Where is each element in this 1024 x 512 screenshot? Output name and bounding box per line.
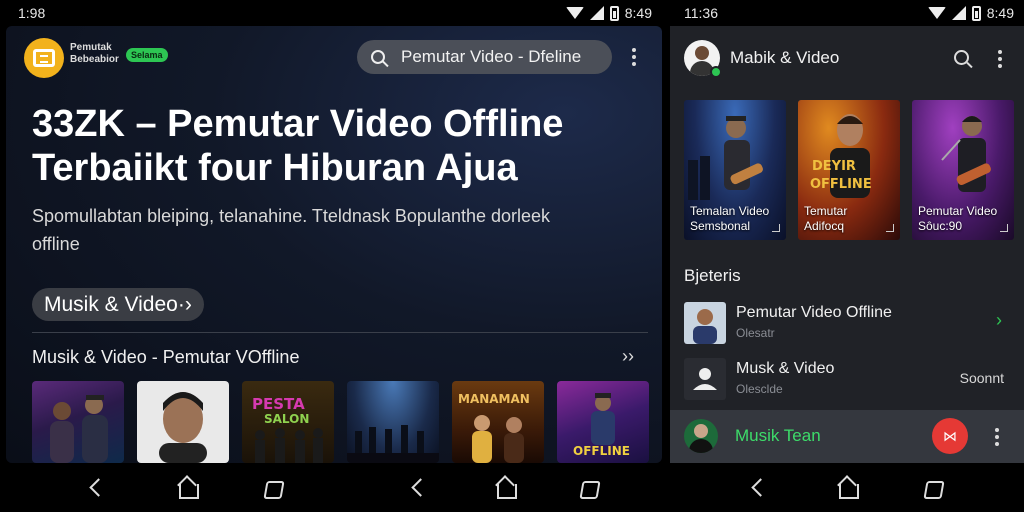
resize-icon [772,224,780,232]
svg-text:SALON: SALON [264,412,309,426]
status-bar-left: 1:98 8:49 [0,0,662,26]
app-home-panel: Mabik & Video Temalan Video Semsbonal DE… [670,26,1024,463]
featured-card[interactable]: Temalan Video Semsbonal [684,100,786,240]
chevron-right-icon[interactable]: › [996,310,1002,331]
person-icon [684,358,726,400]
battery-icon [971,5,981,21]
section-title: Musik & Video - Pemutar VOffline [32,347,300,367]
signal-icon [589,6,604,20]
svg-text:DEYIR: DEYIR [812,159,856,174]
more-vert-icon[interactable] [995,428,999,446]
home-icon[interactable] [494,477,517,499]
svg-text:PESTA: PESTA [252,395,305,413]
svg-text:MANAMAN: MANAMAN [458,392,530,406]
now-playing-title: Musik Tean [735,426,821,445]
band-illustration: PESTA SALON [252,395,323,463]
status-clock: 8:49 [624,5,652,21]
divider [32,332,648,333]
thumbnail-concert-stage[interactable] [347,381,439,463]
search-icon [371,50,385,64]
app-title: Mabik & Video [730,48,840,67]
thumbnail-movie-poster[interactable]: MANAMAN [452,381,544,463]
featured-card[interactable]: DEYIR OFFLINE Temutar Adifocq [798,100,900,240]
status-badge: Selama [126,48,168,62]
wifi-icon [927,7,946,19]
recents-icon[interactable] [262,477,284,499]
system-nav-bar [0,463,1024,512]
thumbnail-row: PESTA SALON MANAMAN OFFLINE [32,381,649,463]
category-chip[interactable]: Musik & Video·› [32,288,204,321]
home-icon[interactable] [176,477,199,499]
home-icon[interactable] [836,477,859,499]
recents-icon[interactable] [922,477,944,499]
recents-icon[interactable] [578,477,600,499]
section-title: Bjeteris [684,266,741,285]
resize-icon [886,224,894,232]
close-icon[interactable]: ⋈ [932,418,968,454]
thumbnail-duo[interactable] [32,381,124,463]
stage-illustration [347,425,439,463]
status-clock: 8:49 [986,5,1014,21]
thumbnail-band-poster[interactable]: PESTA SALON [242,381,334,463]
brand-name: Pemutak Bebeabior [70,42,119,65]
thumbnail-portrait[interactable] [137,381,229,463]
page-title: 33ZK – Pemutar Video Offline Terbaiikt f… [32,103,564,189]
search-text: Pemutar Video - Dfeline [401,47,582,66]
more-vert-icon[interactable] [998,50,1002,68]
list-item[interactable]: Pemutar Video Offline Olesatr › [670,298,1024,348]
see-more-button[interactable]: ›› [622,346,634,367]
wifi-icon [565,7,584,19]
app-logo[interactable] [24,38,64,78]
featured-card[interactable]: Pemutar Video Sôuc:90 [912,100,1014,240]
guitarist-illustration: OFFLINE [573,393,630,458]
people-illustration [50,395,108,463]
svg-text:OFFLINE: OFFLINE [810,177,872,192]
back-icon[interactable] [748,477,770,499]
svg-text:OFFLINE: OFFLINE [573,444,630,458]
featured-cards: Temalan Video Semsbonal DEYIR OFFLINE Te… [684,100,1014,240]
resize-icon [1000,224,1008,232]
now-playing-bar[interactable]: Musik Tean ⋈ [670,410,1024,463]
page-subtitle: Spomullabtan bleiping, telanahine. Tteld… [32,206,551,254]
avatar [684,419,718,453]
list-item[interactable]: Musk & Video Olesclde Soonnt [670,354,1024,404]
status-time: 11:36 [684,5,718,21]
more-vert-icon[interactable] [632,48,636,66]
online-status-dot [710,66,722,78]
thumbnail-guitarist-poster[interactable]: OFFLINE [557,381,649,463]
store-listing-panel: Pemutak Bebeabior Selama Pemutar Video -… [6,26,662,463]
portrait-illustration [159,392,207,463]
search-icon[interactable] [954,50,969,65]
back-icon[interactable] [408,477,430,499]
player-icon [33,49,55,67]
search-bar[interactable]: Pemutar Video - Dfeline [357,40,612,74]
signal-icon [951,6,966,20]
back-icon[interactable] [86,477,108,499]
battery-icon [609,5,619,21]
screenshot: 1:98 8:49 11:36 8:49 Pemutak Bebeabior S… [0,0,1024,512]
status-time: 1:98 [18,5,46,21]
list-item-thumbnail [684,302,726,344]
poster-illustration: MANAMAN [458,392,530,463]
status-bar-right: 11:36 8:49 [670,0,1024,26]
